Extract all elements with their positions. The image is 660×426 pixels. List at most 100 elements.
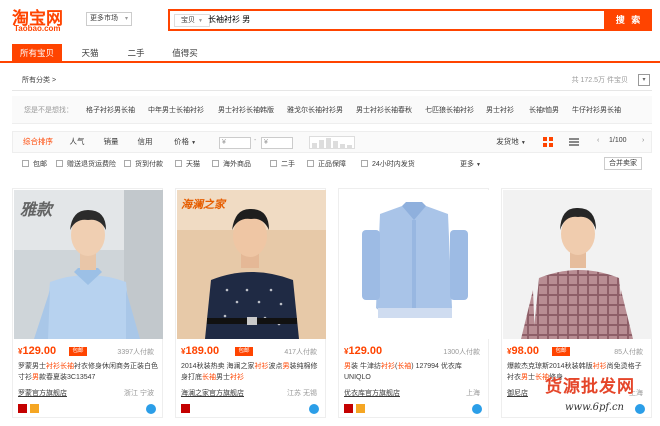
watermark-text: 货源批发网 — [545, 377, 635, 397]
search-button[interactable]: 搜 索 — [606, 9, 652, 31]
merge-sellers-button[interactable]: 合并卖家 — [604, 157, 642, 170]
title-segment: 款春夏装3C13547 — [39, 374, 96, 381]
page-indicator: 1/100 — [609, 137, 627, 144]
product-card[interactable]: 海澜之家 ¥189.00 包邮 417人付款 2014秋装热卖 海澜之家衬衫波点… — [175, 188, 326, 418]
product-price: ¥189.00 — [181, 345, 220, 357]
tmall-icon[interactable] — [18, 404, 27, 413]
suggestion-link[interactable]: 格子衬衫男长袖 — [86, 105, 135, 115]
paid-count: 417人付款 — [284, 349, 317, 356]
product-card[interactable]: 雅款 ¥129.00 包邮 3397人付款 罗蒙男士衬衫长袖衬衣修身休闲商务正装… — [12, 188, 163, 418]
title-segment: 衬衫 — [592, 363, 607, 370]
tmall-icon[interactable] — [344, 404, 353, 413]
sort-credit[interactable]: 信用 — [133, 132, 157, 152]
product-price: ¥129.00 — [18, 345, 57, 357]
suggestion-link[interactable]: 男士衬衫 — [486, 105, 514, 115]
title-segment: 男 — [282, 363, 290, 370]
sort-default[interactable]: 综合排序 — [21, 132, 55, 152]
product-card[interactable]: ¥129.00 1300人付款 男装 牛津纺衬衫(长袖) 127994 优衣库U… — [338, 188, 489, 418]
grid-view-icon[interactable] — [543, 137, 553, 149]
checkbox[interactable] — [212, 160, 219, 167]
more-market-dropdown[interactable]: 更多市场 ▾ — [86, 12, 132, 26]
checkbox[interactable] — [270, 160, 277, 167]
result-count: 共 172.5万 件宝贝 — [571, 77, 628, 84]
chevron-down-icon: ▼ — [198, 18, 203, 24]
filter-return-insurance[interactable]: 赠送退货运费险 — [56, 159, 116, 169]
filter-label: 二手 — [281, 161, 295, 168]
product-price: ¥98.00 — [507, 345, 539, 357]
price-max-input[interactable]: ¥ — [261, 137, 293, 149]
product-title[interactable]: 罗蒙男士衬衫长袖衬衣修身休闲商务正装白色寸衫男款春夏装3C13547 — [18, 361, 158, 383]
suggestion-link[interactable]: 雅戈尔长袖衬衫男 — [287, 105, 343, 115]
chevron-down-icon: ▼ — [520, 140, 526, 146]
suggestion-link[interactable]: 中年男士长袖衬衫 — [148, 105, 204, 115]
price-min-input[interactable]: ¥ — [219, 137, 251, 149]
search-input[interactable]: 长袖衬衫 男 — [208, 11, 250, 29]
filter-free-shipping[interactable]: 包邮 — [22, 159, 47, 169]
suggestion-link[interactable]: 男士衬衫长袖春秋 — [356, 105, 412, 115]
sort-price[interactable]: 价格 ▼ — [169, 132, 201, 152]
price-bars-icon — [312, 138, 352, 148]
filter-more-label: 更多 — [460, 161, 474, 168]
wangwang-icon[interactable] — [635, 404, 645, 414]
filter-label: 24小时内发货 — [372, 161, 415, 168]
checkbox[interactable] — [22, 160, 29, 167]
category-row: 所有分类 > 共 172.5万 件宝贝 ▾ — [12, 73, 652, 91]
product-title[interactable]: 2014秋装热卖 海澜之家衬衫波点男装纯棉修身打底长袖男士衬衫 — [181, 361, 321, 383]
title-segment: 士 — [528, 374, 535, 381]
title-segment: 装 牛津纺 — [351, 363, 381, 370]
free-shipping-badge: 包邮 — [235, 347, 253, 356]
suggestion-link[interactable]: 男士衬衫长袖韩版 — [218, 105, 274, 115]
shop-link[interactable]: 罗蒙官方旗舰店 — [18, 388, 67, 398]
guarantee-icon[interactable] — [356, 404, 365, 413]
title-segment: 男士 — [216, 374, 230, 381]
tmall-icon[interactable] — [181, 404, 190, 413]
suggestion-link[interactable]: 牛仔衬衫男长袖 — [572, 105, 621, 115]
checkbox[interactable] — [56, 160, 63, 167]
filter-tmall[interactable]: 天猫 — [175, 159, 200, 169]
prev-page-icon[interactable]: ‹ — [597, 137, 599, 144]
shop-link[interactable]: 海澜之家官方旗舰店 — [181, 388, 244, 398]
checkbox[interactable] — [361, 160, 368, 167]
filter-overseas[interactable]: 海外商品 — [212, 159, 251, 169]
suggestion-link[interactable]: 七匹狼长袖衬衫 — [425, 105, 474, 115]
all-categories-link[interactable]: 所有分类 > — [22, 73, 56, 89]
next-page-icon[interactable]: › — [642, 137, 644, 144]
chevron-down-icon[interactable]: ▾ — [638, 74, 650, 86]
product-image[interactable]: 雅款 — [14, 190, 163, 339]
paid-count: 3397人付款 — [117, 349, 154, 356]
filter-cod[interactable]: 货到付款 — [124, 159, 163, 169]
title-segment: 衬衫 — [46, 363, 60, 370]
filter-genuine[interactable]: 正品保障 — [307, 159, 346, 169]
search-box[interactable]: 宝贝 ▼ 长袖衬衫 男 — [168, 9, 606, 31]
guarantee-icon[interactable] — [30, 404, 39, 413]
sort-bar: 综合排序 人气 销量 信用 价格 ▼ ¥ - ¥ 发货地 ▼ ‹ 1/100 › — [12, 131, 652, 153]
wangwang-icon[interactable] — [146, 404, 156, 414]
search-scope-select[interactable]: 宝贝 ▼ — [174, 14, 210, 27]
filter-row: 包邮 赠送退货运费险 货到付款 天猫 海外商品 二手 正品保障 24小时内发货 … — [12, 155, 652, 173]
shop-link[interactable]: 优衣库官方旗舰店 — [344, 388, 400, 398]
sort-sales[interactable]: 销量 — [99, 132, 123, 152]
list-view-icon[interactable] — [569, 137, 579, 149]
checkbox[interactable] — [124, 160, 131, 167]
checkbox[interactable] — [307, 160, 314, 167]
filter-secondhand[interactable]: 二手 — [270, 159, 295, 169]
suggestion-row: 您是不是想找： 格子衬衫男长袖 中年男士长袖衬衫 男士衬衫长袖韩版 雅戈尔长袖衬… — [12, 96, 652, 124]
title-segment: 男 — [521, 374, 528, 381]
wangwang-icon[interactable] — [472, 404, 482, 414]
product-image[interactable] — [340, 190, 489, 339]
filter-more[interactable]: 更多 ▼ — [460, 159, 481, 169]
checkbox[interactable] — [175, 160, 182, 167]
product-title[interactable]: 男装 牛津纺衬衫(长袖) 127994 优衣库UNIQLO — [344, 361, 484, 383]
product-image[interactable] — [503, 190, 652, 339]
wangwang-icon[interactable] — [309, 404, 319, 414]
taobao-logo-en[interactable]: Taobao.com — [14, 24, 61, 33]
product-photo — [177, 190, 326, 339]
product-image[interactable]: 海澜之家 — [177, 190, 326, 339]
shop-link[interactable]: 御尼店 — [507, 388, 528, 398]
ship-from-select[interactable]: 发货地 ▼ — [491, 132, 531, 152]
sort-popularity[interactable]: 人气 — [65, 132, 89, 152]
filter-24h-shipping[interactable]: 24小时内发货 — [361, 159, 415, 169]
suggestion-link[interactable]: 长袖t恤男 — [529, 105, 559, 115]
ship-from-label: 发货地 — [496, 137, 519, 146]
price-range-chart[interactable] — [309, 136, 355, 149]
